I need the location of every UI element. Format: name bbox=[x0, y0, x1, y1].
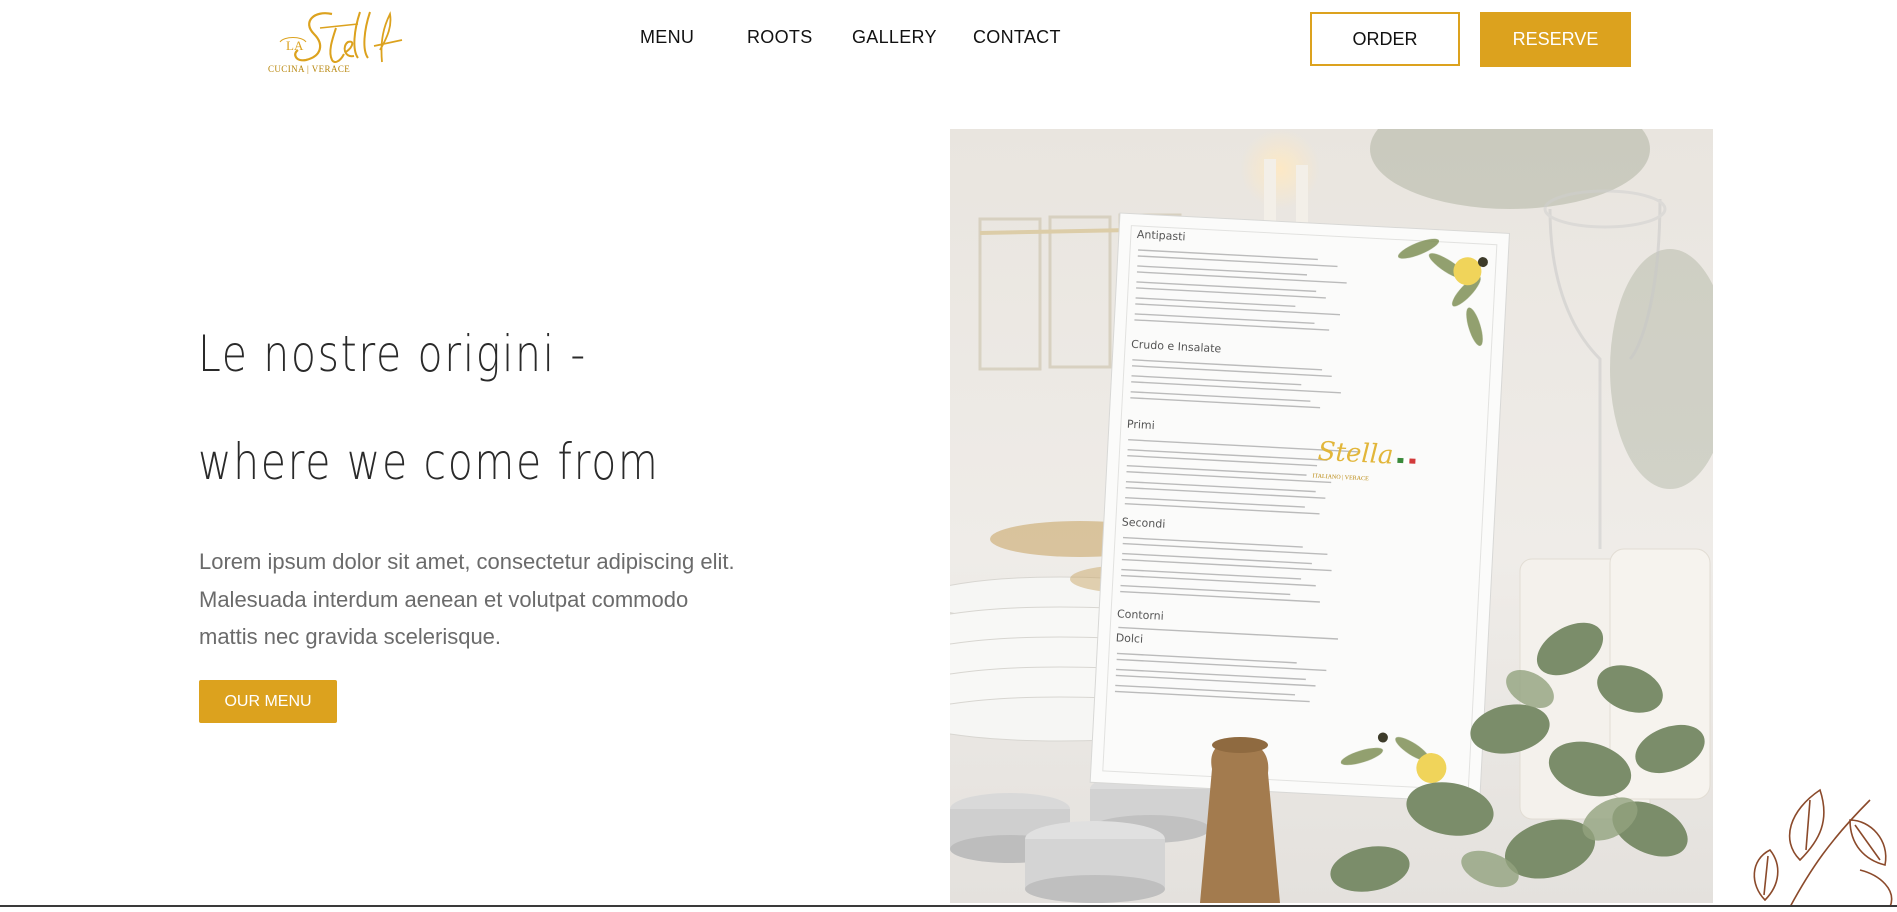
reserve-button[interactable]: RESERVE bbox=[1480, 12, 1631, 67]
hero-photo: Antipasti Crudo e Insalate Primi Secondi… bbox=[950, 129, 1713, 903]
menu-section-primi: Primi bbox=[1127, 418, 1155, 432]
menu-section-contorni: Contorni bbox=[1117, 607, 1164, 622]
headline-line-2: where we come from bbox=[198, 433, 660, 491]
our-menu-button[interactable]: OUR MENU bbox=[199, 680, 337, 723]
menu-section-antipasti: Antipasti bbox=[1137, 228, 1186, 244]
nav-menu[interactable]: MENU bbox=[640, 27, 694, 48]
nav-contact[interactable]: CONTACT bbox=[973, 27, 1061, 48]
hero-headline: Le nostre origini - where we come from bbox=[198, 300, 660, 516]
nav-roots[interactable]: ROOTS bbox=[747, 27, 813, 48]
logo-tagline: CUCINA | VERACE bbox=[268, 64, 350, 74]
menu-section-secondi: Secondi bbox=[1121, 516, 1165, 531]
menu-section-dolci: Dolci bbox=[1115, 631, 1143, 645]
order-button[interactable]: ORDER bbox=[1310, 12, 1460, 66]
brand-logo[interactable]: LA CUCINA | VERACE bbox=[262, 6, 412, 78]
nav-gallery[interactable]: GALLERY bbox=[852, 27, 937, 48]
headline-line-1: Le nostre origini - bbox=[198, 325, 587, 383]
hero-paragraph: Lorem ipsum dolor sit amet, consectetur … bbox=[199, 549, 735, 649]
logo-prefix: LA bbox=[286, 38, 304, 53]
leaf-decoration bbox=[1750, 780, 1897, 908]
menu-card-logo: Stella bbox=[1317, 437, 1394, 471]
